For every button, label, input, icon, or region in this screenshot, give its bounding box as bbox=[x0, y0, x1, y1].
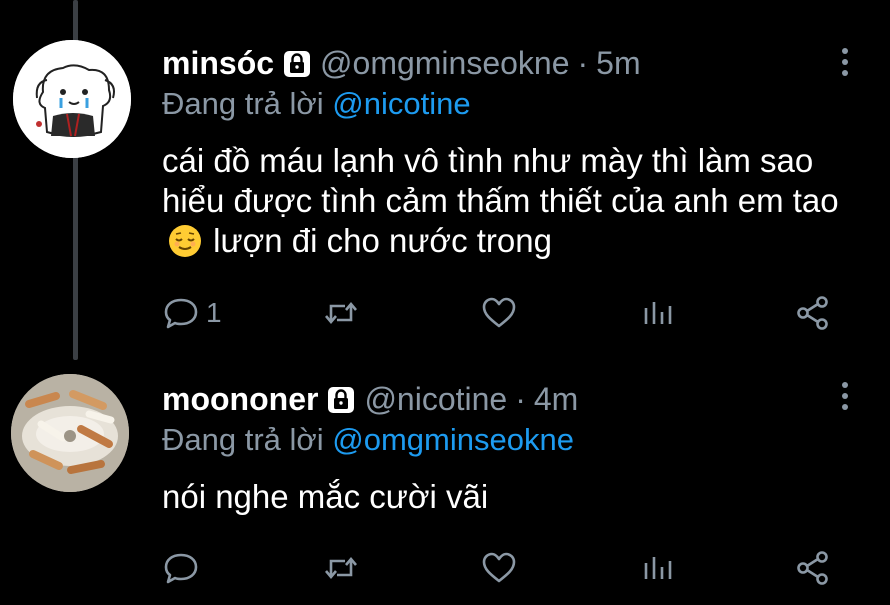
avatar[interactable] bbox=[11, 374, 129, 492]
user-handle[interactable]: @nicotine bbox=[364, 379, 507, 419]
reply-count: 1 bbox=[206, 297, 222, 328]
avatar[interactable] bbox=[13, 40, 131, 158]
display-name[interactable]: minsóc bbox=[162, 43, 274, 83]
tweet[interactable]: moononer @nicotine · 4m Đang trả lời @om… bbox=[0, 360, 890, 605]
timestamp[interactable]: 4m bbox=[534, 379, 578, 419]
tweet-actions: 1 bbox=[162, 293, 842, 333]
share-icon bbox=[797, 296, 828, 330]
mention-link[interactable]: @omgminseokne bbox=[332, 422, 574, 457]
tweet[interactable]: minsóc @omgminseokne · 5m Đang trả lời @… bbox=[0, 0, 890, 355]
stats-icon bbox=[644, 557, 672, 579]
heart-icon bbox=[482, 297, 516, 328]
retweet-icon bbox=[325, 301, 357, 325]
stats-button[interactable] bbox=[638, 548, 676, 588]
mention-link[interactable]: @nicotine bbox=[332, 86, 470, 121]
tweet-text: cái đồ máu lạnh vô tình như mày thì làm … bbox=[162, 141, 862, 261]
reply-button[interactable] bbox=[162, 548, 200, 588]
heart-icon bbox=[482, 552, 516, 583]
retweet-button[interactable] bbox=[322, 548, 360, 588]
timestamp[interactable]: 5m bbox=[596, 43, 640, 83]
separator: · bbox=[515, 381, 526, 417]
tweet-text-part: cái đồ máu lạnh vô tình như mày thì làm … bbox=[162, 142, 839, 219]
retweet-button[interactable] bbox=[322, 293, 360, 333]
more-vertical-icon[interactable] bbox=[842, 48, 848, 76]
retweet-icon bbox=[325, 556, 357, 580]
tweet-text-part: lượn đi cho nước trong bbox=[213, 222, 552, 259]
stats-icon bbox=[644, 302, 672, 324]
like-button[interactable] bbox=[480, 293, 518, 333]
replying-to: Đang trả lời @nicotine bbox=[162, 85, 471, 123]
like-button[interactable] bbox=[480, 548, 518, 588]
separator: · bbox=[577, 45, 589, 81]
reply-button[interactable]: 1 bbox=[162, 293, 222, 333]
reply-icon bbox=[164, 553, 198, 584]
share-button[interactable] bbox=[794, 548, 832, 588]
relieved-face-icon bbox=[168, 224, 202, 258]
display-name[interactable]: moononer bbox=[162, 379, 318, 419]
reply-icon bbox=[164, 298, 198, 329]
share-icon bbox=[797, 551, 828, 585]
replying-to: Đang trả lời @omgminseokne bbox=[162, 421, 574, 459]
stats-button[interactable] bbox=[638, 293, 676, 333]
replying-to-label: Đang trả lời bbox=[162, 86, 324, 121]
more-vertical-icon[interactable] bbox=[842, 382, 848, 410]
replying-to-label: Đang trả lời bbox=[162, 422, 324, 457]
lock-icon bbox=[326, 383, 356, 415]
tweet-header: minsóc @omgminseokne · 5m bbox=[162, 43, 641, 83]
tweet-actions bbox=[162, 548, 842, 588]
tweet-text: nói nghe mắc cười vãi bbox=[162, 478, 489, 515]
user-handle[interactable]: @omgminseokne bbox=[320, 43, 569, 83]
lock-icon bbox=[282, 47, 312, 79]
share-button[interactable] bbox=[794, 293, 832, 333]
tweet-header: moononer @nicotine · 4m bbox=[162, 379, 578, 419]
